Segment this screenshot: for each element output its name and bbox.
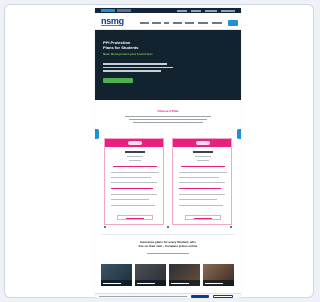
article-thumbnail[interactable]	[203, 264, 234, 286]
article-thumbnails	[101, 264, 235, 286]
bottom-subtitle-line	[147, 253, 189, 255]
hero-text-line	[103, 70, 161, 72]
pricing-intro-line	[133, 122, 203, 124]
plan-feature-line	[111, 199, 149, 200]
plan-card-basic[interactable]	[104, 138, 164, 225]
plan-highlight-line	[111, 188, 153, 189]
article-thumbnail[interactable]	[135, 264, 166, 286]
nav-item-3[interactable]	[164, 22, 169, 24]
bottom-section-title: Insurance plans for every Student, who l…	[95, 240, 241, 248]
carousel-dot[interactable]	[230, 226, 232, 228]
hero-highlight: New: Rent-protect your hostel fees	[103, 52, 153, 56]
section-divider	[101, 234, 235, 235]
hero-cta-button[interactable]	[103, 78, 133, 83]
plan-card-premium[interactable]	[172, 138, 232, 225]
top-tab-private[interactable]	[101, 9, 115, 12]
cookie-banner	[95, 293, 241, 298]
plan-price	[193, 151, 213, 153]
cookie-accept-button[interactable]	[191, 294, 209, 298]
carousel-prev-button[interactable]	[95, 129, 99, 139]
search-button[interactable]	[228, 20, 238, 26]
hero-section: PPI Protection Plans for Students New: R…	[95, 30, 241, 100]
article-thumbnail[interactable]	[101, 264, 132, 286]
nav-item-7[interactable]	[212, 22, 222, 24]
plan-feature-line	[179, 199, 217, 200]
bottom-title-line-2: live on their own - Compare prices onlin…	[138, 244, 198, 248]
plan-name-badge	[196, 141, 210, 145]
logo-underline	[101, 25, 121, 26]
top-link-3[interactable]	[205, 9, 217, 12]
top-tab-business[interactable]	[117, 9, 131, 12]
nav-item-5[interactable]	[185, 22, 194, 24]
carousel-dot[interactable]	[104, 226, 106, 228]
thumbnail-caption-line	[137, 283, 155, 284]
hero-text-line	[103, 63, 167, 65]
plan-select-button[interactable]	[185, 215, 221, 220]
plan-feature-line	[111, 182, 157, 183]
plan-feature-line	[179, 194, 225, 195]
plan-feature-line	[197, 160, 209, 161]
nav-item-1[interactable]	[140, 22, 149, 24]
plan-feature-line	[179, 177, 219, 178]
plan-feature-line	[179, 205, 223, 206]
pricing-title: Choose A Plan	[157, 109, 179, 113]
hero-title-line-2: Plans for Students	[103, 45, 139, 50]
plan-feature-line	[111, 177, 151, 178]
top-link-2[interactable]	[191, 9, 201, 12]
plan-select-label	[194, 217, 212, 219]
site-header: nsmg	[95, 13, 241, 30]
plan-highlight-line	[113, 166, 157, 167]
plan-price	[125, 151, 145, 153]
plan-header	[173, 139, 231, 147]
cookie-text-line	[99, 296, 187, 297]
plan-feature-line	[111, 172, 159, 173]
plan-feature-line	[195, 156, 211, 157]
cookie-settings-button[interactable]	[213, 294, 233, 298]
plan-select-button[interactable]	[117, 215, 153, 220]
plan-feature-line	[111, 205, 155, 206]
thumbnail-caption-line	[171, 283, 189, 284]
top-link-4[interactable]	[221, 9, 235, 12]
nav-item-4[interactable]	[173, 22, 182, 24]
article-thumbnail[interactable]	[169, 264, 200, 286]
plan-header	[105, 139, 163, 147]
thumbnail-caption-line	[205, 283, 223, 284]
nav-item-6[interactable]	[198, 22, 208, 24]
plan-feature-line	[129, 160, 141, 161]
plan-highlight-line	[179, 188, 221, 189]
plan-name-badge	[128, 141, 142, 145]
plan-highlight-line	[181, 166, 225, 167]
nav-item-2[interactable]	[152, 22, 161, 24]
pricing-intro-line	[129, 119, 207, 121]
website-thumbnail[interactable]: nsmg PPI Protection Plans for Students N…	[95, 8, 241, 298]
plan-select-label	[126, 217, 144, 219]
plan-feature-line	[179, 182, 225, 183]
carousel-next-button[interactable]	[237, 129, 241, 139]
top-link-1[interactable]	[177, 9, 187, 12]
plan-feature-line	[111, 194, 157, 195]
thumbnail-caption-line	[103, 283, 121, 284]
hero-text-line	[103, 66, 173, 68]
plan-feature-line	[179, 172, 227, 173]
carousel-dot[interactable]	[167, 226, 169, 228]
plan-feature-line	[127, 156, 143, 157]
pricing-intro-line	[125, 116, 211, 118]
hero-title: PPI Protection Plans for Students	[103, 40, 138, 50]
